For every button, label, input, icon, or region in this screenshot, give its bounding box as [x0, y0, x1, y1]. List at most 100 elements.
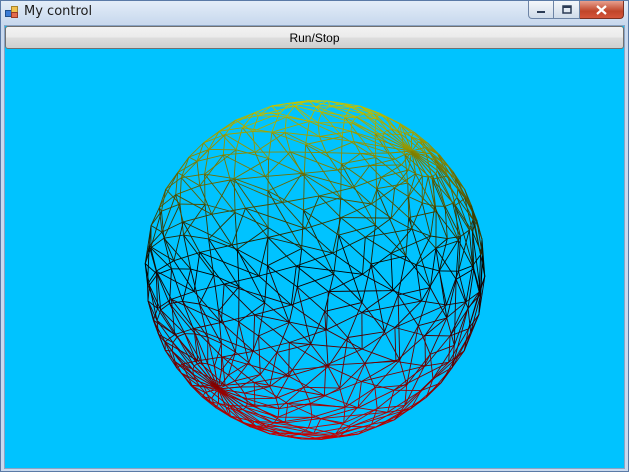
sphere-edge	[361, 312, 396, 328]
sphere-edge	[276, 352, 293, 371]
sphere-edge	[317, 122, 352, 132]
sphere-edge	[356, 113, 365, 118]
sphere-edge	[438, 270, 447, 305]
sphere-edge	[324, 311, 349, 338]
sphere-edge	[246, 397, 277, 400]
sphere-edge	[297, 273, 334, 288]
client-area: Run/Stop	[4, 25, 625, 469]
sphere-edge	[451, 332, 472, 368]
close-icon	[596, 4, 607, 15]
sphere-edge	[339, 387, 346, 408]
sphere-edge	[340, 217, 366, 238]
sphere-edge	[211, 207, 246, 215]
sphere-edge	[240, 374, 261, 388]
sphere-edge	[392, 290, 422, 302]
sphere-edge	[220, 284, 225, 323]
sphere-edge	[301, 172, 354, 189]
sphere-edge	[405, 217, 410, 256]
sphere-edge	[369, 164, 402, 166]
sphere-edge	[188, 156, 198, 162]
sphere-edge	[150, 225, 163, 233]
sphere-edge	[275, 369, 293, 399]
sphere-edge	[304, 174, 341, 198]
sphere-edge	[236, 249, 266, 304]
sphere-edge	[361, 361, 397, 382]
main-window: My control Run/Stop	[0, 0, 629, 472]
sphere-edge	[324, 302, 363, 312]
sphere-edge	[343, 407, 346, 424]
sphere-edge	[339, 337, 349, 389]
sphere-edge	[214, 365, 222, 371]
sphere-edge	[221, 369, 229, 376]
sphere-edge	[220, 322, 254, 352]
title-bar[interactable]: My control	[1, 1, 628, 23]
sphere-edge	[305, 136, 343, 145]
sphere-edge	[390, 235, 431, 254]
sphere-edge	[411, 202, 423, 230]
sphere-edge	[303, 387, 311, 404]
sphere-edge	[341, 157, 376, 165]
sphere-edge	[235, 127, 243, 150]
sphere-edge	[369, 158, 396, 166]
maximize-icon	[561, 5, 572, 14]
sphere-edge	[277, 408, 280, 418]
sphere-edge	[171, 268, 184, 302]
sphere-edge	[394, 158, 402, 166]
sphere-edge	[218, 286, 240, 312]
sphere-edge	[382, 132, 385, 137]
sphere-edge	[305, 217, 341, 230]
minimize-button[interactable]	[528, 1, 554, 19]
sphere-edge	[252, 131, 286, 134]
sphere-edge	[301, 169, 338, 174]
sphere-edge	[445, 271, 459, 306]
sphere-edge	[430, 206, 436, 237]
run-stop-button[interactable]: Run/Stop	[5, 26, 624, 49]
sphere-edge	[267, 237, 297, 267]
sphere-edge	[242, 406, 247, 410]
sphere-edge	[340, 163, 342, 198]
sphere-edge	[432, 173, 437, 177]
sphere-edge	[304, 195, 320, 229]
sphere-edge	[310, 403, 313, 418]
sphere-edge	[163, 234, 184, 239]
sphere-edge	[404, 131, 415, 134]
sphere-edge	[449, 291, 480, 337]
sphere-edge	[360, 105, 387, 118]
sphere-edge	[365, 217, 392, 238]
sphere-edge	[324, 381, 362, 396]
sphere-edge	[182, 300, 200, 305]
sphere-edge	[340, 217, 392, 219]
sphere-edge	[290, 151, 327, 154]
sphere-edge	[456, 188, 459, 198]
sphere-edge	[248, 362, 261, 375]
sphere-edge	[408, 196, 423, 204]
sphere-edge	[376, 188, 407, 257]
sphere-edge	[303, 174, 305, 211]
sphere-edge	[361, 381, 395, 391]
close-button[interactable]	[580, 1, 624, 19]
sphere-edge	[317, 112, 323, 123]
sphere-edge	[365, 236, 392, 254]
sphere-edge	[319, 130, 352, 137]
sphere-edge	[365, 228, 412, 238]
sphere-canvas[interactable]	[5, 50, 624, 468]
sphere-edge	[222, 350, 254, 358]
sphere-edge	[310, 343, 329, 367]
sphere-edge	[231, 237, 269, 246]
sphere-edge	[317, 122, 320, 137]
sphere-edge	[207, 337, 215, 367]
sphere-edge	[362, 237, 366, 275]
sphere-edge	[199, 244, 232, 253]
sphere-edge	[284, 132, 291, 153]
sphere-edge	[421, 202, 432, 237]
sphere-edge	[455, 279, 469, 309]
sphere-edge	[297, 286, 325, 312]
sphere-edge	[361, 263, 372, 303]
sphere-edge	[253, 382, 256, 407]
sphere-edge	[177, 333, 186, 338]
maximize-button[interactable]	[554, 1, 580, 19]
sphere-edge	[327, 366, 341, 389]
sphere-edge	[421, 270, 440, 302]
sphere-edge	[253, 314, 256, 352]
sphere-edge	[375, 157, 377, 189]
